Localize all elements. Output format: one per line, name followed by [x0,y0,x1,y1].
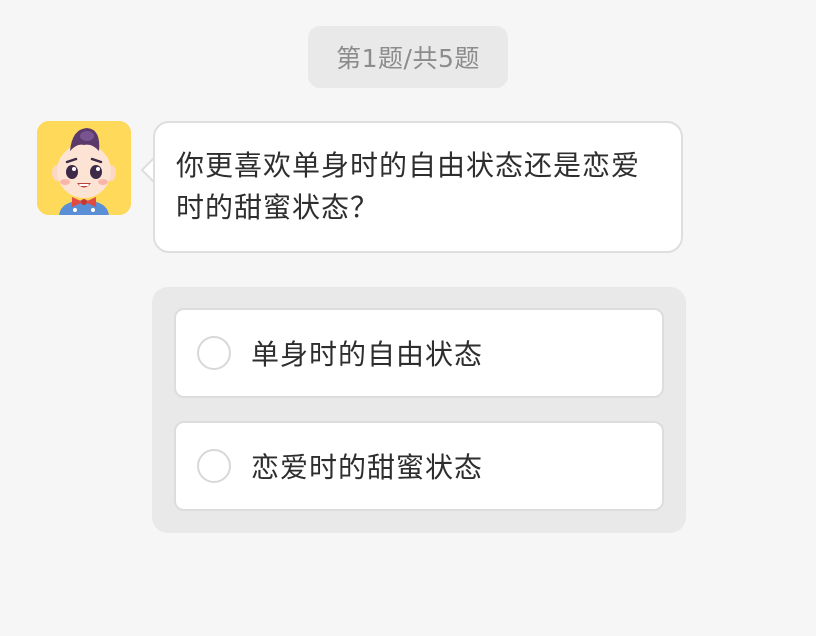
answer-option-love-sweetness[interactable]: 恋爱时的甜蜜状态 [174,421,664,511]
question-progress-badge: 第1题/共5题 [308,26,508,88]
option-label: 恋爱时的甜蜜状态 [251,451,484,484]
question-text: 你更喜欢单身时的自由状态还是恋爱时的甜蜜状态？ [176,149,641,224]
radio-button[interactable] [197,336,231,370]
avatar [37,121,131,215]
progress-text: 第1题/共5题 [336,44,480,73]
answer-options-panel: 单身时的自由状态 恋爱时的甜蜜状态 [152,287,686,533]
answer-option-single-freedom[interactable]: 单身时的自由状态 [174,308,664,398]
option-label: 单身时的自由状态 [251,338,484,371]
cartoon-boy-avatar-icon [37,121,131,215]
radio-button[interactable] [197,449,231,483]
question-bubble: 你更喜欢单身时的自由状态还是恋爱时的甜蜜状态？ [153,121,683,253]
